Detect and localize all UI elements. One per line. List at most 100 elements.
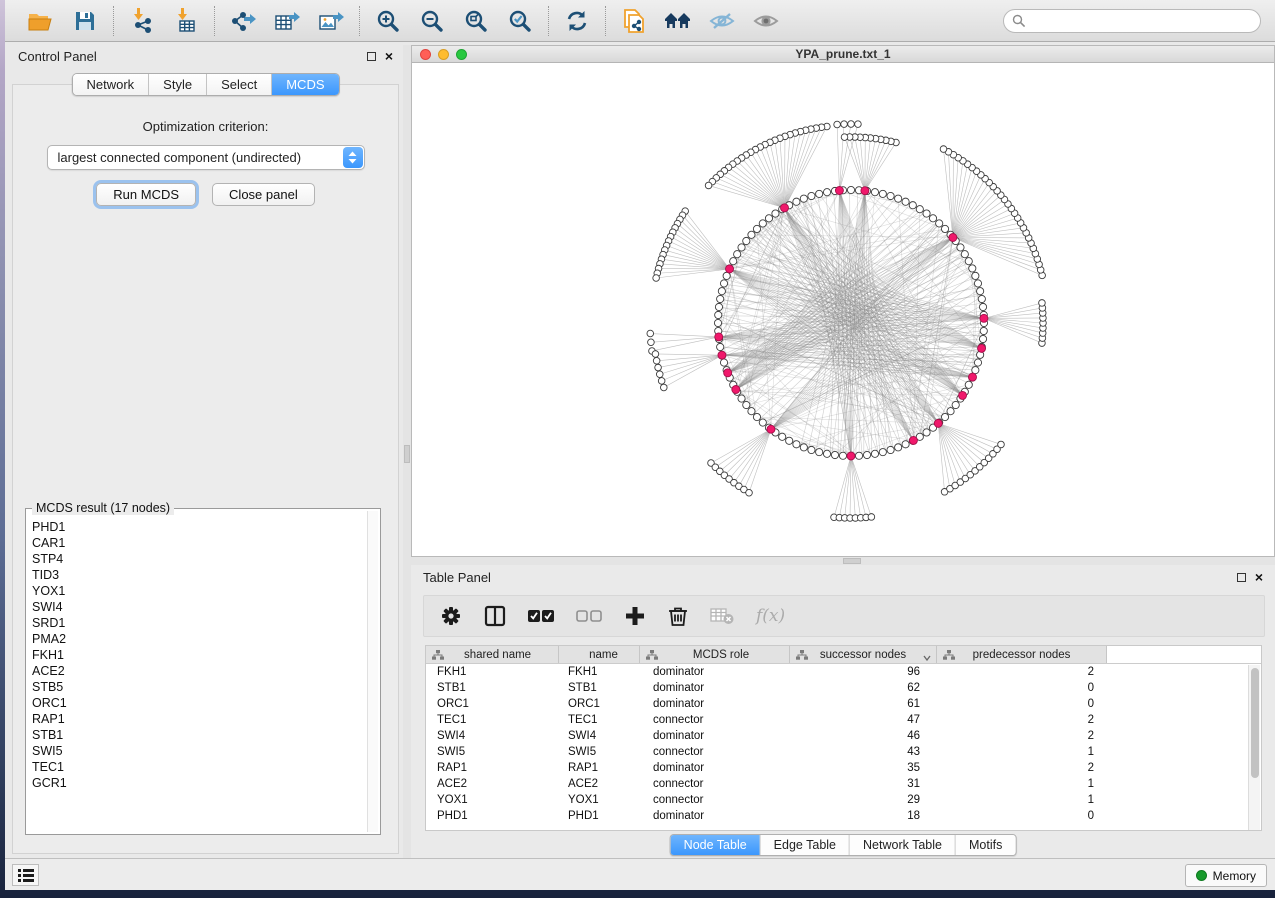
close-panel-button[interactable]: Close panel xyxy=(212,183,315,206)
search-input[interactable] xyxy=(1003,9,1261,33)
table-row[interactable]: ACE2ACE2connector311 xyxy=(426,776,1261,792)
tab-style[interactable]: Style xyxy=(149,74,207,95)
tab-network-table[interactable]: Network Table xyxy=(850,835,956,855)
table-cell: TEC1 xyxy=(559,714,640,726)
vertical-splitter[interactable] xyxy=(403,45,411,858)
import-network-icon[interactable] xyxy=(127,6,157,36)
mcds-result-list[interactable]: PHD1CAR1STP4TID3YOX1SWI4SRD1PMA2FKH1ACE2… xyxy=(32,519,366,830)
table-row[interactable]: FKH1FKH1dominator962 xyxy=(426,664,1261,680)
mcds-result-item[interactable]: CAR1 xyxy=(32,535,366,551)
mcds-result-item[interactable]: ACE2 xyxy=(32,663,366,679)
settings-gear-icon[interactable] xyxy=(440,605,462,627)
table-row[interactable]: YOX1YOX1connector291 xyxy=(426,792,1261,808)
table-row[interactable]: ORC1ORC1dominator610 xyxy=(426,696,1261,712)
column-header-successor-nodes[interactable]: successor nodes xyxy=(790,646,937,663)
columns-icon[interactable] xyxy=(484,605,506,627)
selected-option: largest connected component (undirected) xyxy=(58,150,302,165)
select-all-icon[interactable] xyxy=(528,609,554,623)
mcds-result-item[interactable]: PMA2 xyxy=(32,631,366,647)
select-stepper-icon xyxy=(343,147,363,168)
task-history-button[interactable] xyxy=(12,864,39,886)
table-scrollbar[interactable] xyxy=(1248,665,1260,831)
zoom-in-icon[interactable] xyxy=(373,6,403,36)
horizontal-splitter[interactable] xyxy=(411,557,1275,565)
table-cell: 2 xyxy=(937,730,1107,742)
mcds-result-item[interactable]: ORC1 xyxy=(32,695,366,711)
table-row[interactable]: PHD1PHD1dominator180 xyxy=(426,808,1261,824)
network-window-titlebar[interactable]: YPA_prune.txt_1 xyxy=(412,46,1274,63)
mcds-result-item[interactable]: YOX1 xyxy=(32,583,366,599)
memory-button[interactable]: Memory xyxy=(1185,864,1267,887)
tab-motifs[interactable]: Motifs xyxy=(956,835,1015,855)
zoom-fit-icon[interactable] xyxy=(461,6,491,36)
mcds-result-item[interactable]: SRD1 xyxy=(32,615,366,631)
delete-table-icon[interactable] xyxy=(710,607,734,625)
zoom-selected-icon[interactable] xyxy=(505,6,535,36)
close-panel-icon[interactable]: × xyxy=(385,52,393,61)
tab-edge-table[interactable]: Edge Table xyxy=(761,835,850,855)
mcds-result-item[interactable]: FKH1 xyxy=(32,647,366,663)
column-header-name[interactable]: name xyxy=(559,646,640,663)
import-table-icon[interactable] xyxy=(171,6,201,36)
maximize-window-icon[interactable] xyxy=(456,49,467,60)
network-canvas[interactable] xyxy=(412,63,1274,556)
column-header-shared-name[interactable]: shared name xyxy=(426,646,559,663)
zoom-out-icon[interactable] xyxy=(417,6,447,36)
table-cell: STB1 xyxy=(559,682,640,694)
show-all-icon[interactable] xyxy=(751,6,781,36)
node-table: shared name name MCDS role successor nod… xyxy=(425,645,1262,831)
column-header-predecessor-nodes[interactable]: predecessor nodes xyxy=(937,646,1107,663)
table-scrollbar-thumb[interactable] xyxy=(1251,668,1259,778)
save-icon[interactable] xyxy=(70,6,100,36)
mcds-result-item[interactable]: RAP1 xyxy=(32,711,366,727)
table-cell: ACE2 xyxy=(426,778,559,790)
table-cell: 0 xyxy=(937,810,1107,822)
export-image-icon[interactable] xyxy=(316,6,346,36)
hide-selected-icon[interactable] xyxy=(707,6,737,36)
mcds-result-item[interactable]: TEC1 xyxy=(32,759,366,775)
tab-node-table[interactable]: Node Table xyxy=(671,835,761,855)
deselect-all-icon[interactable] xyxy=(576,609,602,623)
close-table-panel-icon[interactable]: × xyxy=(1255,573,1263,582)
optimization-criterion-select[interactable]: largest connected component (undirected) xyxy=(47,145,365,170)
clone-network-icon[interactable] xyxy=(619,6,649,36)
add-row-icon[interactable] xyxy=(624,605,646,627)
tab-network[interactable]: Network xyxy=(72,74,149,95)
table-row[interactable]: TEC1TEC1connector472 xyxy=(426,712,1261,728)
mcds-result-scrollbar[interactable] xyxy=(367,511,378,832)
float-panel-icon[interactable] xyxy=(367,52,376,61)
mcds-result-item[interactable]: SWI5 xyxy=(32,743,366,759)
mcds-result-item[interactable]: PHD1 xyxy=(32,519,366,535)
org-chart-icon xyxy=(796,650,808,663)
function-builder-icon[interactable]: f(x) xyxy=(756,606,785,626)
float-table-panel-icon[interactable] xyxy=(1237,573,1246,582)
org-chart-icon xyxy=(943,650,955,663)
minimize-window-icon[interactable] xyxy=(438,49,449,60)
refresh-icon[interactable] xyxy=(562,6,592,36)
tab-mcds[interactable]: MCDS xyxy=(272,74,338,95)
tab-select[interactable]: Select xyxy=(207,74,272,95)
export-table-icon[interactable] xyxy=(272,6,302,36)
table-row[interactable]: SWI5SWI5connector431 xyxy=(426,744,1261,760)
table-row[interactable]: SWI4SWI4dominator462 xyxy=(426,728,1261,744)
table-cell: 2 xyxy=(937,714,1107,726)
mcds-result-item[interactable]: STP4 xyxy=(32,551,366,567)
table-row[interactable]: STB1STB1dominator620 xyxy=(426,680,1261,696)
mcds-result-item[interactable]: TID3 xyxy=(32,567,366,583)
mcds-result-item[interactable]: GCR1 xyxy=(32,775,366,791)
memory-status-icon xyxy=(1196,870,1207,881)
run-mcds-button[interactable]: Run MCDS xyxy=(96,183,196,206)
mcds-result-item[interactable]: STB5 xyxy=(32,679,366,695)
mcds-result-item[interactable]: STB1 xyxy=(32,727,366,743)
mcds-result-item[interactable]: SWI4 xyxy=(32,599,366,615)
open-folder-icon[interactable] xyxy=(26,6,56,36)
sort-desc-icon xyxy=(923,652,931,664)
delete-row-icon[interactable] xyxy=(668,605,688,627)
first-neighbors-icon[interactable] xyxy=(663,6,693,36)
table-cell: 18 xyxy=(790,810,937,822)
status-bar: Memory xyxy=(5,858,1275,890)
column-header-mcds-role[interactable]: MCDS role xyxy=(640,646,790,663)
export-network-icon[interactable] xyxy=(228,6,258,36)
table-row[interactable]: RAP1RAP1dominator352 xyxy=(426,760,1261,776)
close-window-icon[interactable] xyxy=(420,49,431,60)
